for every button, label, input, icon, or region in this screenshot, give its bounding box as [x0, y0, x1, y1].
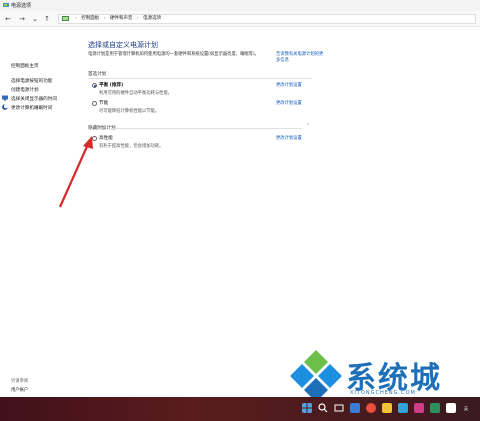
page-description: 电源计划是用于管理计算机如何使用电源的一套硬件和系统设置(如显示器亮度、睡眠等)…: [88, 52, 278, 58]
breadcrumb-power-options[interactable]: 电源选项: [143, 16, 161, 21]
chrome-icon[interactable]: [366, 403, 376, 413]
breadcrumb-control-panel[interactable]: 控制面板: [81, 16, 99, 21]
breadcrumb: › 控制面板 › 硬件和声音 › 电源选项: [72, 15, 161, 23]
sidebar-item-power-button[interactable]: 选择电源按钮的功能: [11, 78, 52, 84]
file-explorer-icon[interactable]: [382, 403, 392, 413]
plan-saver-settings-link[interactable]: 更改计划设置: [276, 100, 302, 106]
display-icon: [2, 95, 8, 101]
taskbar: 英: [0, 397, 480, 421]
main-content: 选择或自定义电源计划 电源计划是用于管理计算机如何使用电源的一套硬件和系统设置(…: [88, 27, 480, 397]
logo-icon: [288, 348, 344, 403]
sidebar-item-display-off[interactable]: 选择关闭显示器的时间: [11, 96, 57, 102]
plan-high-performance-desc: 有利于提高性能，但会增加功耗。: [99, 143, 163, 149]
navigation-bar: ← → ⌄ ↑ › 控制面板 › 硬件和声音 › 电源选项: [0, 11, 480, 27]
control-panel-icon: [62, 16, 69, 22]
task-view-icon[interactable]: [334, 403, 344, 413]
address-bar[interactable]: › 控制面板 › 硬件和声音 › 电源选项: [58, 14, 476, 24]
start-icon[interactable]: [302, 403, 312, 413]
section-divider: [88, 78, 312, 79]
section-divider: [112, 128, 302, 129]
plan-balanced-radio[interactable]: [92, 83, 97, 88]
chevron-up-icon[interactable]: ⌃: [306, 123, 310, 129]
plan-balanced-name[interactable]: 平衡 (推荐): [99, 82, 123, 88]
search-icon[interactable]: [318, 403, 328, 413]
page-title: 选择或自定义电源计划: [88, 40, 158, 50]
breadcrumb-separator-icon: ›: [137, 16, 139, 21]
sidebar-item-sleep-time[interactable]: 更改计算机睡眠时间: [11, 105, 52, 111]
watermark-logo: 系统城 XITONGCHENG.COM: [288, 348, 478, 403]
plan-saver-desc: 尽可能降低计算机性能以节能。: [99, 108, 159, 114]
watermark-subtext: XITONGCHENG.COM: [350, 390, 416, 396]
breadcrumb-separator-icon: ›: [104, 16, 106, 21]
widgets-icon[interactable]: [350, 403, 360, 413]
plan-high-performance-name[interactable]: 高性能: [99, 135, 113, 141]
plan-high-performance-radio[interactable]: [92, 136, 97, 141]
window-title: 电源选项: [11, 2, 31, 9]
breadcrumb-separator-icon: ›: [75, 16, 77, 21]
plan-balanced-desc: 利用可用的硬件自动平衡功耗与性能。: [99, 90, 172, 96]
up-button[interactable]: ↑: [42, 14, 52, 24]
input-method-indicator[interactable]: 英: [464, 406, 468, 412]
app-icon[interactable]: [446, 403, 456, 413]
forward-button[interactable]: →: [17, 14, 27, 24]
tell-more-link[interactable]: 告诉我有关电源计划的更多信息: [276, 52, 326, 64]
recent-dropdown-button[interactable]: ⌄: [30, 14, 40, 24]
plan-saver-radio[interactable]: [92, 101, 97, 106]
title-bar: 电源选项: [0, 0, 480, 11]
app-icon[interactable]: [430, 403, 440, 413]
moon-icon: [2, 104, 8, 110]
breadcrumb-hardware-sound[interactable]: 硬件和声音: [110, 16, 133, 21]
plan-high-performance-settings-link[interactable]: 更改计划设置: [276, 135, 302, 141]
power-options-icon: [3, 2, 9, 8]
back-button[interactable]: ←: [3, 14, 13, 24]
plan-saver-name[interactable]: 节能: [99, 100, 108, 106]
plan-balanced-settings-link[interactable]: 更改计划设置: [276, 82, 302, 88]
edge-icon[interactable]: [398, 403, 408, 413]
see-also-label: 另请参阅: [11, 378, 28, 384]
sidebar: 控制面板主页 选择电源按钮的功能 创建电源计划 选择关闭显示器的时间 更改计算机…: [0, 27, 58, 397]
sidebar-item-home[interactable]: 控制面板主页: [11, 63, 39, 69]
app-icon[interactable]: [414, 403, 424, 413]
sidebar-item-create-plan[interactable]: 创建电源计划: [11, 87, 39, 93]
preferred-plans-title: 首选计划: [88, 71, 106, 77]
sidebar-item-user-accounts[interactable]: 用户帐户: [11, 387, 28, 393]
